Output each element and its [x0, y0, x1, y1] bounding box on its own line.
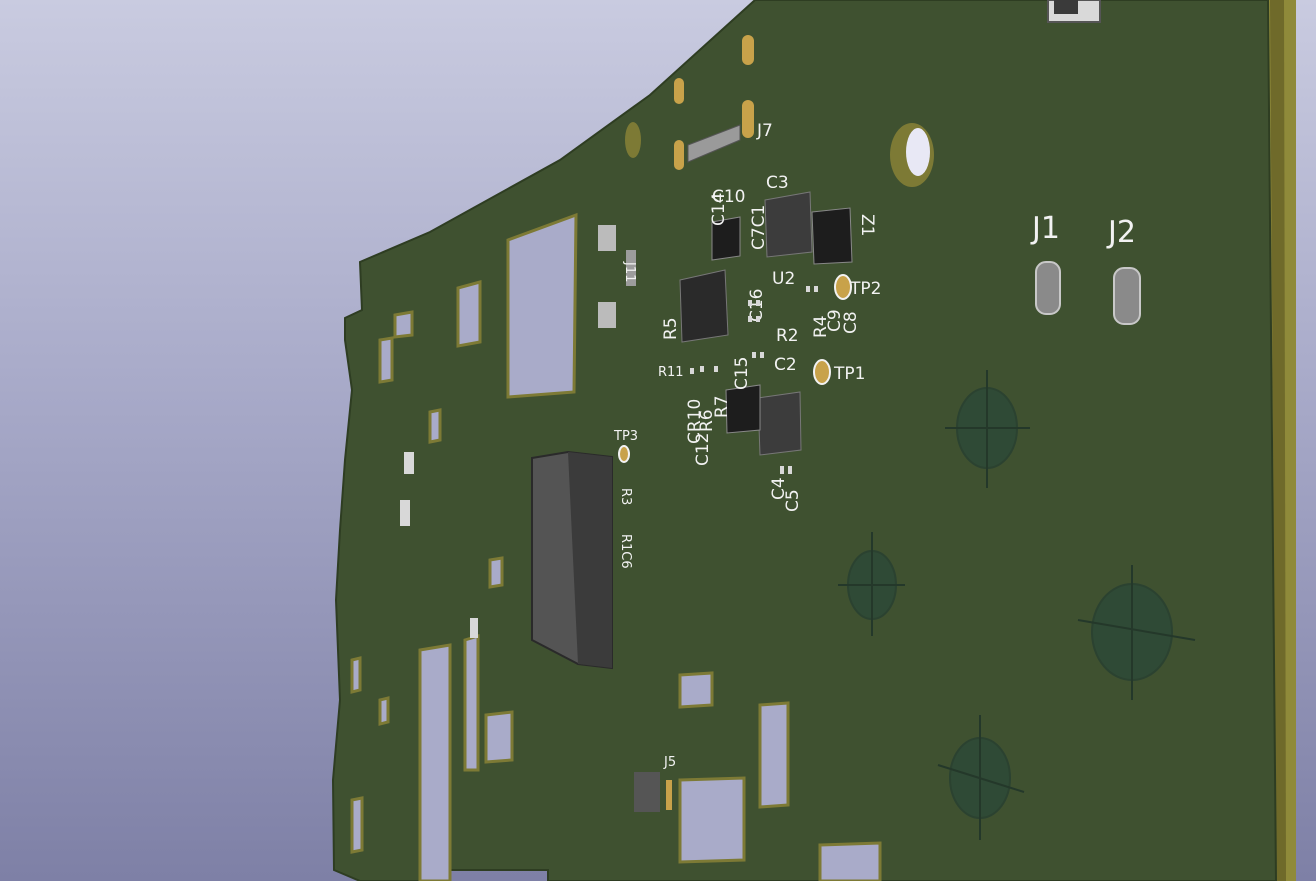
ic-z1 — [811, 207, 853, 265]
label-j5: J5 — [663, 755, 676, 770]
label-c2: C2 — [774, 355, 797, 375]
label-z1: Z1 — [857, 214, 877, 236]
label-c15: C15 — [732, 356, 752, 390]
tp2-pad — [834, 274, 852, 300]
label-r3: R3 — [618, 488, 633, 505]
mounting-hole-opening — [906, 128, 930, 176]
label-c3: C3 — [766, 173, 789, 193]
ic-u3 — [757, 391, 802, 456]
label-j11: J11 — [622, 261, 637, 282]
label-tp2: TP2 — [849, 279, 881, 299]
ic-u1 — [679, 269, 729, 343]
label-c7c1: C7C1 — [749, 205, 769, 250]
label-c8: C8 — [841, 311, 861, 334]
label-j7: J7 — [756, 121, 773, 141]
label-c12: C12 — [693, 432, 713, 466]
j2-pad — [1113, 267, 1141, 325]
label-r2: R2 — [776, 326, 799, 346]
label-j1: J1 — [1030, 211, 1060, 246]
label-r5: R5 — [661, 317, 681, 340]
label-tp1: TP1 — [833, 364, 865, 384]
tp1-pad — [813, 359, 831, 385]
top-connector-body — [1054, 0, 1078, 14]
label-c14: C14 — [709, 192, 729, 226]
3d-viewer-canvas[interactable]: J1 J2 J7 J11 TP2 TP1 TP3 U2 R2 C2 C3 C4 … — [0, 0, 1316, 881]
label-u2: U2 — [772, 269, 795, 289]
label-c5: C5 — [783, 489, 803, 512]
tp3-pad — [618, 445, 630, 463]
label-j2: J2 — [1106, 215, 1136, 250]
j1-pad — [1035, 261, 1061, 315]
label-r7: R7 — [712, 395, 732, 418]
label-r1c6: R1C6 — [618, 534, 633, 569]
ic-u2 — [764, 191, 813, 258]
label-tp3: TP3 — [613, 429, 638, 444]
small-hole — [625, 122, 641, 158]
label-r11: R11 — [658, 365, 684, 380]
